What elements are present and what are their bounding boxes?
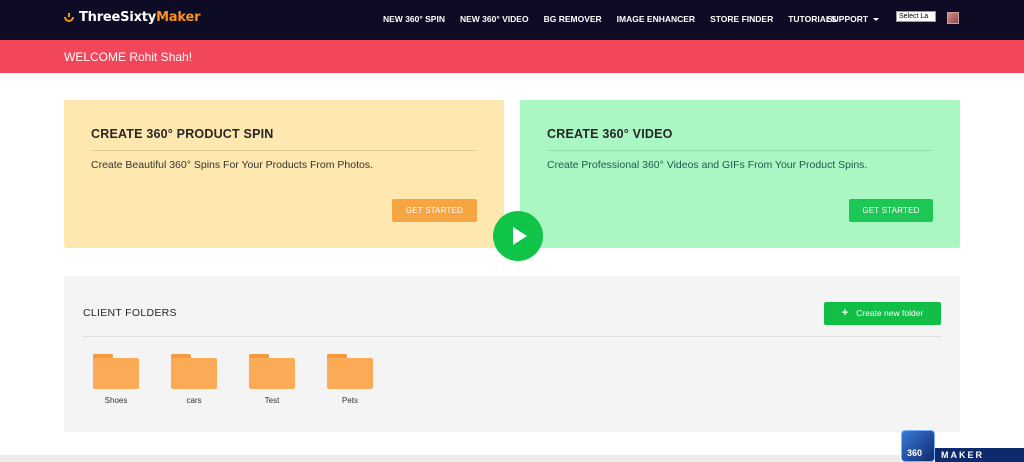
- bottom-strip: [0, 455, 900, 462]
- cube-label: 360: [907, 448, 923, 458]
- support-label: SUPPORT: [827, 14, 869, 24]
- nav-link-new-spin[interactable]: NEW 360° SPIN: [383, 14, 445, 24]
- client-folders-panel: CLIENT FOLDERS + Create new folder Shoes…: [64, 276, 960, 432]
- play-icon: [513, 227, 527, 245]
- user-avatar[interactable]: [947, 12, 959, 24]
- card-description: Create Professional 360° Videos and GIFs…: [547, 159, 868, 171]
- card-title: CREATE 360° VIDEO: [547, 127, 673, 141]
- nav-link-bg-remover[interactable]: BG REMOVER: [544, 14, 602, 24]
- brand-logo[interactable]: ThreeSixty Maker: [63, 10, 200, 25]
- language-select[interactable]: Select La: [896, 11, 936, 22]
- folders-divider: [83, 336, 941, 337]
- card-title: CREATE 360° PRODUCT SPIN: [91, 127, 274, 141]
- folder-label: Pets: [341, 396, 358, 405]
- folder-icon: [171, 354, 217, 390]
- logo-text-main: ThreeSixty: [79, 10, 157, 25]
- chevron-down-icon: [873, 17, 880, 21]
- welcome-text: WELCOME Rohit Shah!: [64, 50, 193, 64]
- create-new-folder-button[interactable]: + Create new folder: [824, 302, 941, 325]
- welcome-bar: WELCOME Rohit Shah!: [0, 40, 1024, 73]
- maker-label: MAKER: [935, 448, 1024, 462]
- folder-label: cars: [186, 396, 202, 405]
- card-divider: [91, 150, 477, 151]
- support-menu[interactable]: SUPPORT: [827, 14, 880, 24]
- card-divider: [547, 150, 933, 151]
- folders-title: CLIENT FOLDERS: [83, 307, 177, 319]
- maker-watermark: 360 MAKER: [901, 430, 1024, 462]
- folder-label: Shoes: [104, 396, 128, 405]
- folder-item-cars[interactable]: cars: [170, 354, 218, 405]
- create-new-folder-label: Create new folder: [856, 308, 924, 318]
- folder-icon: [327, 354, 373, 390]
- nav-link-image-enhancer[interactable]: IMAGE ENHANCER: [617, 14, 695, 24]
- play-button[interactable]: [493, 211, 543, 261]
- logo-text-accent: Maker: [156, 10, 201, 25]
- folder-item-pets[interactable]: Pets: [326, 354, 374, 405]
- folder-item-shoes[interactable]: Shoes: [92, 354, 140, 405]
- top-navbar: ThreeSixty Maker NEW 360° SPIN NEW 360° V…: [0, 0, 1024, 40]
- spin-get-started-button[interactable]: GET STARTED: [392, 199, 477, 222]
- folder-icon: [93, 354, 139, 390]
- folder-label: Test: [264, 396, 280, 405]
- video-card: CREATE 360° VIDEO Create Professional 36…: [520, 100, 960, 248]
- logo-ring-icon: [63, 12, 75, 24]
- nav-links: NEW 360° SPIN NEW 360° VIDEO BG REMOVER …: [383, 14, 837, 24]
- nav-link-new-video[interactable]: NEW 360° VIDEO: [460, 14, 529, 24]
- folder-icon: [249, 354, 295, 390]
- plus-icon: +: [841, 307, 849, 319]
- cube-icon: 360: [901, 430, 935, 462]
- product-spin-card: CREATE 360° PRODUCT SPIN Create Beautifu…: [64, 100, 504, 248]
- card-description: Create Beautiful 360° Spins For Your Pro…: [91, 159, 374, 171]
- nav-link-store-finder[interactable]: STORE FINDER: [710, 14, 773, 24]
- video-get-started-button[interactable]: GET STARTED: [849, 199, 933, 222]
- folder-item-test[interactable]: Test: [248, 354, 296, 405]
